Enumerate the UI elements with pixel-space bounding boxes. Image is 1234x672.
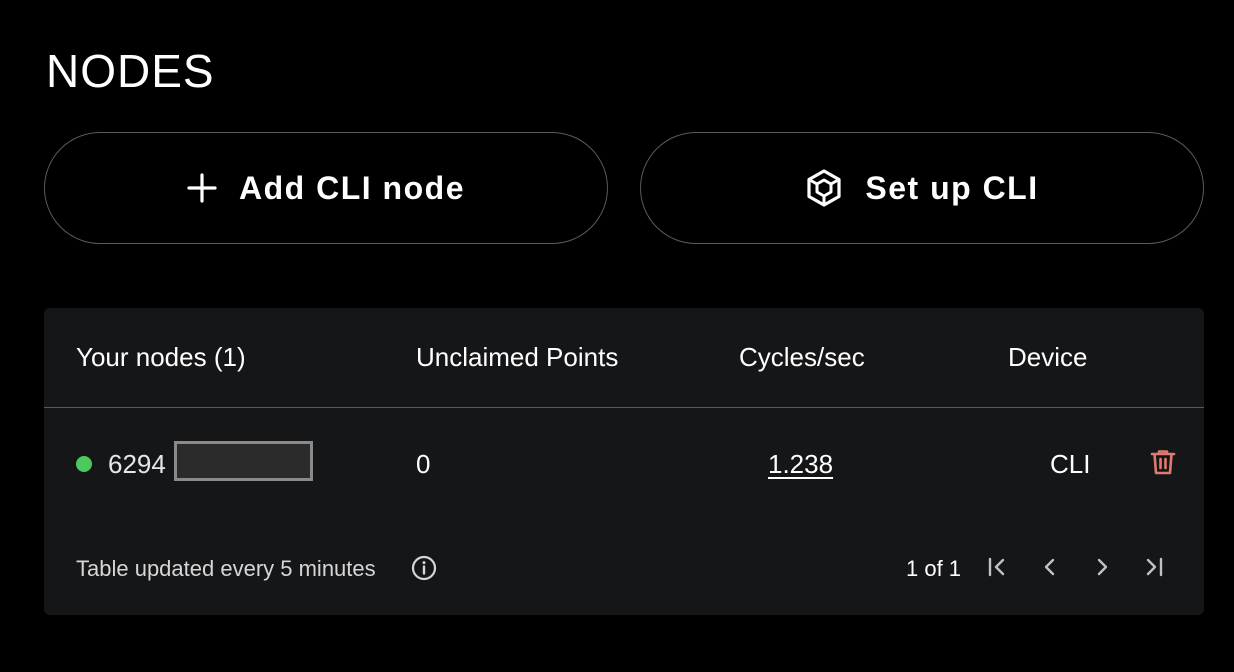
last-page-icon[interactable] — [1142, 555, 1166, 579]
next-page-icon[interactable] — [1090, 555, 1114, 579]
cube-icon — [805, 168, 843, 208]
table-header: Your nodes (1) Unclaimed Points Cycles/s… — [44, 308, 1204, 408]
header-unclaimed-points: Unclaimed Points — [416, 342, 619, 372]
status-online-dot — [76, 456, 92, 472]
header-cycles-sec: Cycles/sec — [739, 342, 865, 372]
set-up-cli-button[interactable]: Set up CLI — [640, 132, 1204, 244]
set-up-cli-label: Set up CLI — [865, 169, 1039, 206]
header-your-nodes: Your nodes (1) — [76, 342, 246, 372]
pagination-status: 1 of 1 — [906, 556, 962, 581]
info-icon[interactable] — [411, 555, 437, 586]
device-value: CLI — [1050, 449, 1091, 479]
prev-page-icon[interactable] — [1038, 555, 1062, 579]
trash-icon[interactable] — [1150, 448, 1176, 481]
node-id: 6294 — [108, 449, 166, 479]
cycles-sec-link[interactable]: 1.238 — [768, 449, 833, 480]
nodes-table-card: Your nodes (1) Unclaimed Points Cycles/s… — [44, 308, 1204, 615]
first-page-icon[interactable] — [985, 555, 1009, 579]
unclaimed-points-value: 0 — [416, 449, 431, 479]
plus-icon — [187, 173, 217, 203]
table-update-note: Table updated every 5 minutes — [76, 556, 376, 581]
page-title: NODES — [46, 45, 215, 97]
add-cli-node-label: Add CLI node — [239, 169, 465, 206]
table-row: 6294 0 1.238 CLI — [44, 409, 1204, 519]
redacted-node-id — [174, 441, 313, 481]
header-device: Device — [1008, 342, 1088, 372]
add-cli-node-button[interactable]: Add CLI node — [44, 132, 608, 244]
